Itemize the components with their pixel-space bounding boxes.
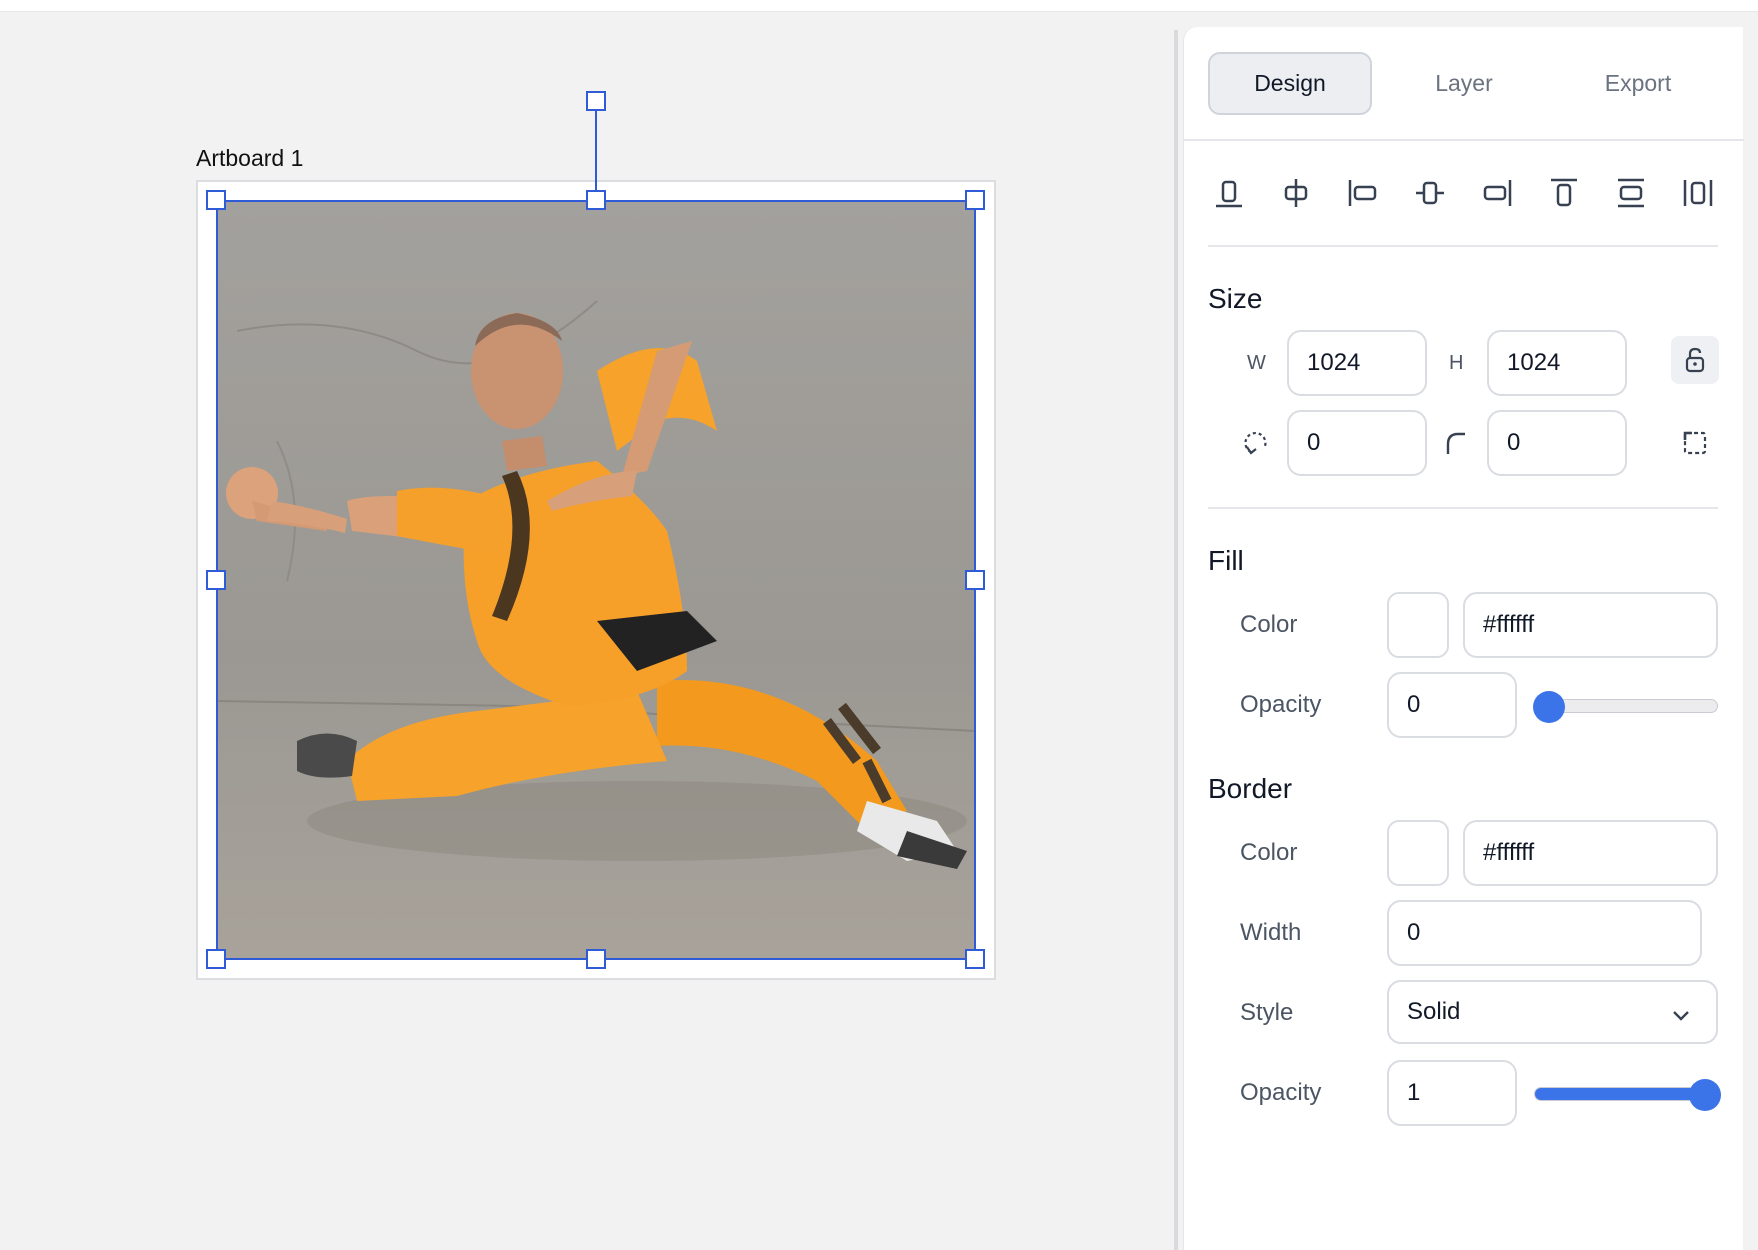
rotation-line [595, 111, 597, 201]
unlock-icon[interactable] [1671, 336, 1719, 384]
border-color-swatch[interactable] [1387, 820, 1449, 886]
artboard-label[interactable]: Artboard 1 [196, 145, 303, 172]
corner-radius-input[interactable] [1487, 410, 1627, 476]
align-horizontal-center-icon[interactable] [1278, 175, 1314, 211]
border-opacity-label: Opacity [1240, 1079, 1322, 1106]
panel-resize-handle[interactable] [1174, 30, 1178, 1250]
rotation-input[interactable] [1287, 410, 1427, 476]
resize-handle-top[interactable] [586, 190, 606, 210]
align-toolbar [1184, 165, 1744, 221]
align-left-icon[interactable] [1345, 175, 1381, 211]
border-section-title: Border [1208, 773, 1293, 804]
divider [1208, 245, 1718, 247]
height-input[interactable] [1487, 330, 1627, 396]
panel-tabs: Design Layer Export [1184, 27, 1744, 141]
tab-design[interactable]: Design [1208, 52, 1372, 115]
width-input[interactable] [1287, 330, 1427, 396]
border-opacity-input[interactable] [1387, 1060, 1517, 1126]
align-vertical-center-icon[interactable] [1412, 175, 1448, 211]
resize-handle-right[interactable] [965, 570, 985, 590]
border-style-select[interactable]: Solid [1387, 980, 1718, 1044]
border-opacity-slider[interactable] [1534, 1079, 1721, 1111]
width-label: W [1247, 352, 1266, 374]
tab-layer[interactable]: Layer [1382, 52, 1546, 115]
independent-corners-icon[interactable] [1671, 419, 1719, 467]
align-right-icon[interactable] [1479, 175, 1515, 211]
fill-opacity-label: Opacity [1240, 691, 1322, 718]
resize-handle-top-right[interactable] [965, 190, 985, 210]
monk-photo-illustration [217, 201, 975, 959]
rotation-icon [1232, 419, 1280, 467]
slider-knob[interactable] [1533, 691, 1565, 723]
align-top-icon[interactable] [1546, 175, 1582, 211]
distribute-horizontal-icon[interactable] [1680, 175, 1716, 211]
border-width-input[interactable] [1387, 900, 1702, 966]
divider [1208, 507, 1718, 509]
fill-color-label: Color [1240, 611, 1298, 638]
size-section-title: Size [1208, 283, 1263, 314]
resize-handle-left[interactable] [206, 570, 226, 590]
tab-export[interactable]: Export [1556, 52, 1720, 115]
resize-handle-top-left[interactable] [206, 190, 226, 210]
top-bar [0, 0, 1758, 12]
border-style-value: Solid [1407, 998, 1461, 1025]
border-color-input[interactable] [1463, 820, 1718, 886]
fill-opacity-slider[interactable] [1533, 691, 1718, 723]
border-style-label: Style [1240, 999, 1294, 1026]
distribute-vertical-icon[interactable] [1613, 175, 1649, 211]
height-label: H [1449, 352, 1464, 374]
border-width-label: Width [1240, 919, 1302, 946]
border-color-label: Color [1240, 839, 1298, 866]
properties-panel: Design Layer Export Size W 1024 H 1024 0… [1183, 27, 1744, 1250]
slider-knob[interactable] [1689, 1079, 1721, 1111]
selected-image[interactable] [217, 201, 975, 959]
fill-color-input[interactable] [1463, 592, 1718, 658]
resize-handle-bottom-left[interactable] [206, 949, 226, 969]
fill-section-title: Fill [1208, 545, 1244, 576]
rotate-handle[interactable] [586, 91, 606, 111]
align-bottom-icon[interactable] [1211, 175, 1247, 211]
corner-radius-icon [1432, 419, 1480, 467]
fill-opacity-input[interactable] [1387, 672, 1517, 738]
fill-color-swatch[interactable] [1387, 592, 1449, 658]
chevron-down-icon [1673, 1011, 1689, 1021]
resize-handle-bottom[interactable] [586, 949, 606, 969]
resize-handle-bottom-right[interactable] [965, 949, 985, 969]
